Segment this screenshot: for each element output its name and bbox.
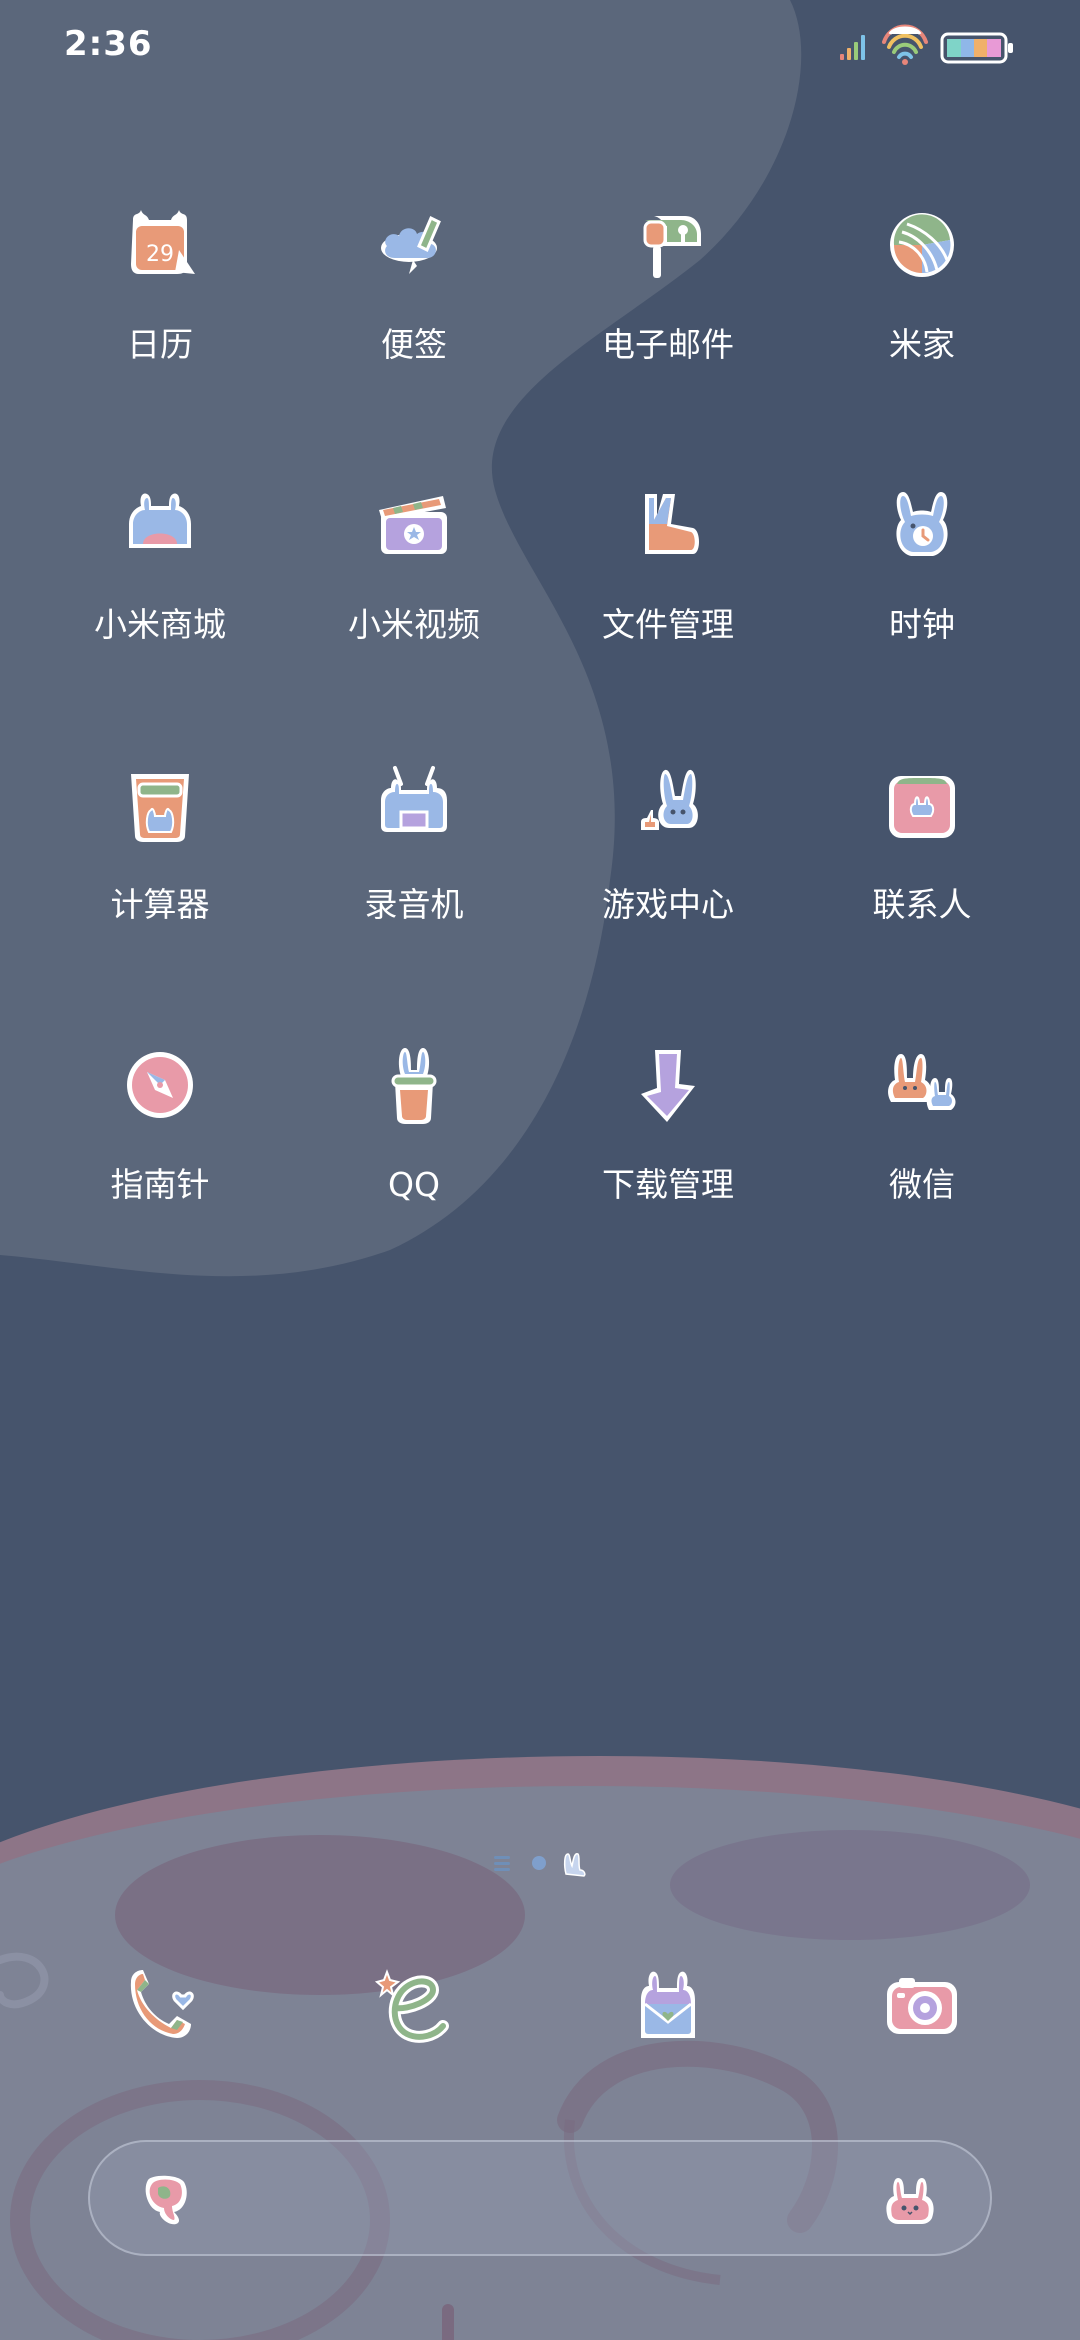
compass-icon (127, 1052, 193, 1118)
bunny-page-icon (563, 1853, 586, 1877)
contacts-bunny-icon (889, 776, 955, 838)
app-file-manager[interactable]: 文件管理 (541, 480, 795, 660)
app-label: 米家 (889, 325, 955, 364)
app-wechat[interactable]: 微信 (795, 1040, 1049, 1220)
magic-hat-bunny-icon (391, 1048, 437, 1124)
app-label: 联系人 (872, 885, 972, 924)
app-label: 游戏中心 (602, 885, 734, 924)
browser-e-icon (374, 1969, 449, 2043)
calendar-day: 29 (146, 242, 174, 267)
app-label: 下载管理 (602, 1165, 734, 1204)
page-dot-current (532, 1856, 546, 1870)
status-icons (838, 24, 1028, 65)
bunny-face-icon[interactable] (880, 2170, 940, 2230)
app-label: QQ (388, 1165, 440, 1204)
recorder-tv-icon (381, 766, 447, 832)
app-qq[interactable]: QQ (287, 1040, 541, 1220)
dock-browser[interactable] (287, 1950, 541, 2060)
app-mi-store[interactable]: 小米商城 (33, 480, 287, 660)
app-mi-video[interactable]: 小米视频 (287, 480, 541, 660)
dock (0, 1950, 1080, 2060)
app-mijia[interactable]: 米家 (795, 200, 1049, 380)
app-grid: 29 日历 便签 电子邮件 米家 小米商城 小米视频 文件管理 时钟 计算器 录… (0, 200, 1080, 1220)
app-label: 小米视频 (348, 605, 480, 644)
game-bunny-icon (641, 769, 698, 830)
app-label: 指南针 (110, 1165, 210, 1204)
two-bunnies-icon (888, 1054, 956, 1110)
app-label: 电子邮件 (602, 325, 734, 364)
app-label: 日历 (127, 325, 193, 364)
app-calendar[interactable]: 29 日历 (33, 200, 287, 380)
dock-messages[interactable] (541, 1950, 795, 2060)
list-page-icon (494, 1856, 510, 1871)
search-bunny-icon (145, 2175, 187, 2225)
app-game-center[interactable]: 游戏中心 (541, 760, 795, 940)
app-label: 时钟 (889, 605, 955, 644)
messages-bunny-icon (641, 1971, 695, 2038)
phone-heart-icon (130, 1970, 194, 2038)
download-arrow-icon (641, 1050, 695, 1122)
search-bar[interactable] (88, 2140, 992, 2256)
status-time: 2:36 (64, 24, 153, 64)
app-clock[interactable]: 时钟 (795, 480, 1049, 660)
mailbox-icon (641, 216, 701, 278)
page-indicator[interactable] (490, 1846, 600, 1880)
app-label: 微信 (889, 1165, 955, 1204)
file-boot-icon (645, 494, 699, 554)
yarn-ball-icon (890, 213, 954, 277)
wifi-rainbow-icon (882, 24, 928, 65)
signal-bars-icon (840, 35, 865, 60)
calendar-icon: 29 (131, 210, 195, 274)
battery-icon (940, 32, 1013, 64)
app-contacts[interactable]: 联系人 (795, 760, 1049, 940)
app-label: 录音机 (364, 885, 464, 924)
app-email[interactable]: 电子邮件 (541, 200, 795, 380)
store-bunny-icon (129, 493, 191, 548)
app-calculator[interactable]: 计算器 (33, 760, 287, 940)
app-recorder[interactable]: 录音机 (287, 760, 541, 940)
app-label: 计算器 (110, 885, 210, 924)
app-label: 小米商城 (94, 605, 226, 644)
planet-crater (670, 1830, 1030, 1940)
clapperboard-icon (379, 496, 447, 554)
dock-phone[interactable] (33, 1950, 287, 2060)
notes-icon (381, 215, 441, 274)
status-bar: 2:36 (0, 0, 1080, 100)
app-compass[interactable]: 指南针 (33, 1040, 287, 1220)
app-label: 便签 (381, 325, 447, 364)
camera-icon (887, 1978, 957, 2034)
dock-camera[interactable] (795, 1950, 1049, 2060)
app-notes[interactable]: 便签 (287, 200, 541, 380)
app-label: 文件管理 (602, 605, 734, 644)
clock-bunny-icon (896, 492, 948, 556)
app-download-manager[interactable]: 下载管理 (541, 1040, 795, 1220)
calculator-cup-icon (131, 774, 189, 842)
